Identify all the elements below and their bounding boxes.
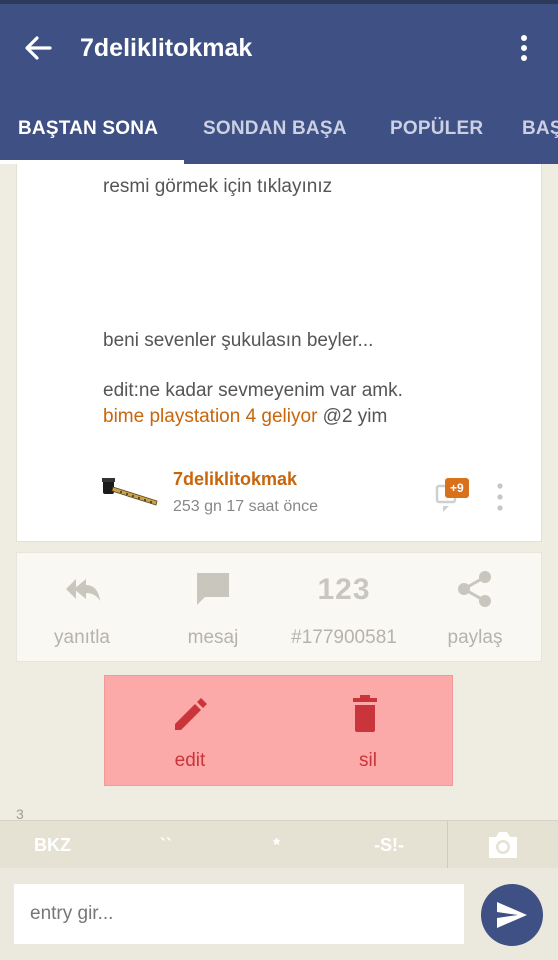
entry-text-line1: beni sevenler şukulasın beyler... <box>103 330 374 351</box>
app-bar: 7deliklitokmak BAŞTAN SONA SONDAN BAŞA P… <box>0 4 558 164</box>
favorites-badge[interactable]: +9 <box>435 478 475 514</box>
overflow-menu-icon[interactable] <box>512 30 536 66</box>
entry-text-line2: edit:ne kadar sevmeyenim var amk. <box>103 380 403 401</box>
share-button[interactable]: paylaş <box>410 553 540 663</box>
format-toolbar: BKZ `` * -S!- <box>0 820 558 869</box>
author-name[interactable]: 7deliklitokmak <box>173 469 297 490</box>
topic-title: 7deliklitokmak <box>80 34 253 62</box>
entry-text-line3: bime playstation 4 geliyor @2 yim <box>103 406 387 428</box>
entry-input-area <box>0 868 558 960</box>
share-icon <box>458 571 491 607</box>
edit-button[interactable]: edit <box>105 676 275 787</box>
send-icon <box>497 902 527 928</box>
mention-text: @2 yim <box>322 406 388 427</box>
reply-button[interactable]: yanıtla <box>17 553 147 663</box>
entry-id-button[interactable]: 123 #177900581 <box>279 553 409 663</box>
owner-actions-panel: edit sil <box>104 675 453 786</box>
entry-actions-bar: yanıtla mesaj 123 #177900581 paylaş <box>16 552 542 662</box>
back-arrow-icon[interactable] <box>20 30 56 66</box>
tab-bar: BAŞTAN SONA SONDAN BAŞA POPÜLER BAŞ <box>0 102 558 164</box>
tab-populer[interactable]: POPÜLER <box>390 118 483 140</box>
bkz-link[interactable]: bime playstation 4 geliyor <box>103 406 317 427</box>
tab-bas[interactable]: BAŞ <box>522 118 558 140</box>
reply-all-icon <box>66 579 100 601</box>
pencil-icon <box>175 698 207 730</box>
bkz-button[interactable]: BKZ <box>34 835 71 856</box>
entry-time: 253 gn 17 saat önce <box>173 498 319 515</box>
message-button[interactable]: mesaj <box>148 553 278 663</box>
toolbar-divider <box>447 821 448 869</box>
entry-input[interactable] <box>14 884 464 944</box>
edit-label: edit <box>174 750 206 771</box>
camera-icon[interactable] <box>486 829 520 861</box>
spoiler-button[interactable]: -S!- <box>374 835 404 856</box>
share-label: paylaş <box>447 627 503 648</box>
entry-more-icon[interactable] <box>495 482 505 512</box>
asterisk-button[interactable]: * <box>273 835 280 856</box>
tab-bastan-sona[interactable]: BAŞTAN SONA <box>18 118 158 140</box>
delete-label: sil <box>359 750 377 771</box>
author-avatar[interactable] <box>101 474 161 510</box>
entry-number-icon: 123 <box>317 573 371 606</box>
send-button[interactable] <box>481 884 543 946</box>
reply-label: yanıtla <box>54 627 110 648</box>
delete-button[interactable]: sil <box>283 676 453 787</box>
image-link[interactable]: resmi görmek için tıklayınız <box>103 176 332 198</box>
trash-icon <box>353 695 377 732</box>
tab-sondan-basa[interactable]: SONDAN BAŞA <box>203 118 347 140</box>
entry-card: resmi görmek için tıklayınız beni sevenl… <box>16 164 542 542</box>
message-label: mesaj <box>187 627 239 648</box>
message-icon <box>197 573 229 605</box>
hidden-bkz-button[interactable]: `` <box>160 835 172 856</box>
favorites-count: +9 <box>445 478 469 498</box>
entry-id-label: #177900581 <box>291 627 397 648</box>
